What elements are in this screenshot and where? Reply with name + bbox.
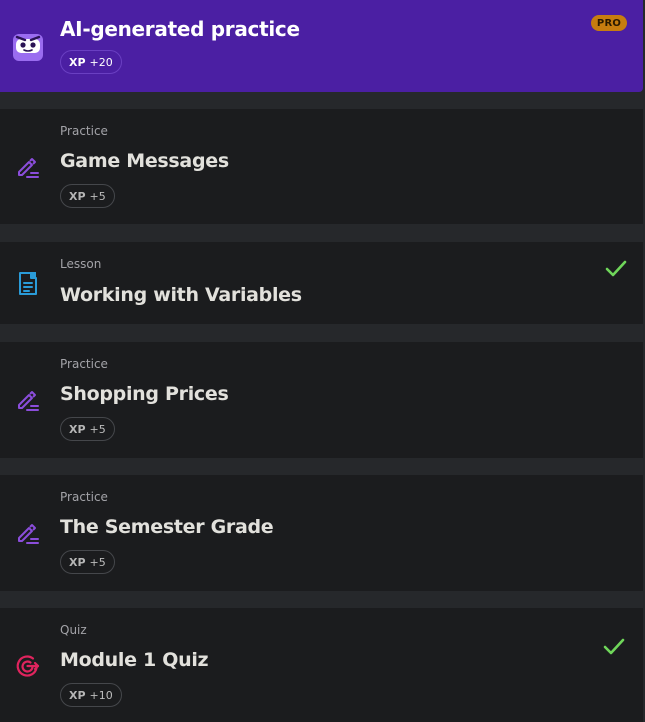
list-item-module-1-quiz[interactable]: Quiz Module 1 Quiz XP +10 [0, 608, 643, 722]
ai-practice-card[interactable]: AI-generated practice XP +20 PRO [0, 0, 643, 92]
list-item-shopping-prices[interactable]: Practice Shopping Prices XP +5 [0, 342, 643, 458]
xp-label: XP [69, 189, 86, 203]
item-type-label: Practice [60, 124, 108, 138]
item-title: The Semester Grade [60, 516, 274, 538]
xp-badge: XP +10 [60, 683, 122, 707]
xp-label: XP [69, 422, 86, 436]
xp-badge: XP +5 [60, 417, 115, 441]
item-type-label: Quiz [60, 623, 87, 637]
xp-badge: XP +5 [60, 184, 115, 208]
item-type-label: Practice [60, 357, 108, 371]
item-title: Module 1 Quiz [60, 649, 209, 671]
completed-check-icon [605, 260, 627, 277]
robot-mascot-icon [13, 34, 43, 61]
completed-check-icon [603, 638, 625, 655]
pencil-edit-icon [18, 158, 39, 178]
xp-badge: XP +20 [60, 50, 122, 74]
xp-value: +5 [89, 555, 106, 569]
module-item-list: AI-generated practice XP +20 PRO Practic… [0, 0, 645, 722]
list-item-game-messages[interactable]: Practice Game Messages XP +5 [0, 109, 643, 224]
item-type-label: Lesson [60, 257, 102, 271]
item-title: Working with Variables [60, 284, 302, 306]
pro-badge: PRO [591, 15, 627, 31]
xp-label: XP [69, 55, 86, 69]
pencil-edit-icon [18, 524, 39, 544]
list-item-working-with-variables[interactable]: Lesson Working with Variables [0, 242, 643, 324]
list-item-semester-grade[interactable]: Practice The Semester Grade XP +5 [0, 475, 643, 591]
xp-value: +10 [89, 688, 113, 702]
xp-label: XP [69, 688, 86, 702]
xp-value: +5 [89, 422, 106, 436]
pencil-edit-icon [18, 391, 39, 411]
xp-label: XP [69, 555, 86, 569]
item-title: Game Messages [60, 150, 229, 172]
xp-value: +20 [89, 55, 113, 69]
item-type-label: Practice [60, 490, 108, 504]
ai-practice-title: AI-generated practice [60, 17, 300, 41]
target-icon [16, 655, 40, 677]
xp-value: +5 [89, 189, 106, 203]
item-title: Shopping Prices [60, 383, 229, 405]
xp-badge: XP +5 [60, 550, 115, 574]
lesson-document-icon [19, 272, 37, 295]
